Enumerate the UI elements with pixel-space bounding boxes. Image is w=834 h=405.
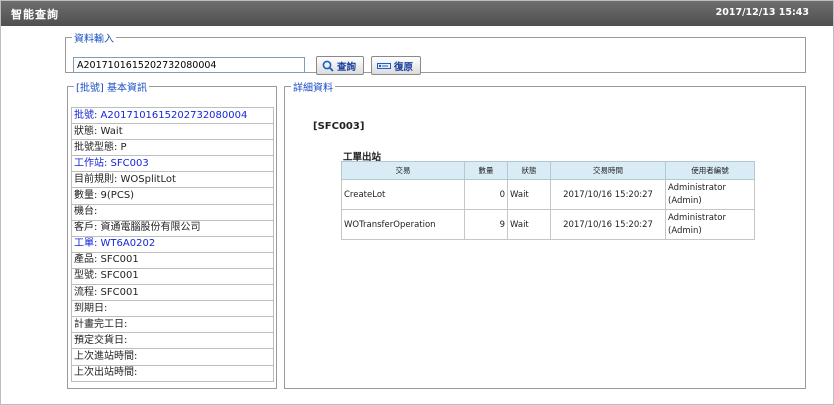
table-row: 預定交貨日:: [71, 332, 274, 350]
table-row: 上次出站時間:: [71, 364, 274, 382]
col-quantity: 數量: [464, 161, 508, 180]
info-current-rule: 目前規則: WOSplitLot: [71, 171, 274, 189]
info-station: 工作站: SFC003: [71, 155, 274, 173]
table-row: 計畫完工日:: [71, 316, 274, 334]
info-status: 狀態: Wait: [71, 123, 274, 141]
main-window: 智能查詢 2017/12/13 15:43 資料輸入 查詢 復原 [批號] 基本…: [0, 0, 834, 405]
info-last-check-out: 上次出站時間:: [71, 364, 274, 382]
search-icon: [322, 60, 334, 72]
info-scheduled-delivery: 預定交貨日:: [71, 332, 274, 350]
cell-transaction: WOTransferOperation: [341, 209, 465, 240]
title-bar: 智能查詢 2017/12/13 15:43: [1, 1, 833, 26]
info-flow: 流程: SFC001: [71, 284, 274, 302]
info-product: 產品: SFC001: [71, 251, 274, 269]
table-row: 客戶: 資通電腦股份有限公司: [71, 219, 274, 237]
col-status: 狀態: [507, 161, 551, 180]
basic-info-table: 批號: A2017101615202732080004 狀態: Wait 批號型…: [71, 106, 274, 382]
reset-button-label: 復原: [394, 61, 414, 73]
reset-icon: [377, 62, 391, 69]
reset-button[interactable]: 復原: [371, 56, 421, 75]
table-row: 數量: 9(PCS): [71, 187, 274, 205]
cell-quantity: 9: [464, 209, 508, 240]
table-row: 機台:: [71, 203, 274, 221]
info-last-check-in: 上次進站時間:: [71, 348, 274, 366]
col-transaction: 交易: [341, 161, 465, 180]
info-quantity: 數量: 9(PCS): [71, 187, 274, 205]
user-id: (Admin): [668, 195, 702, 206]
table-row: 批號型態: P: [71, 139, 274, 157]
cell-transaction-time: 2017/10/16 15:20:27: [550, 209, 666, 240]
transaction-table: 交易 數量 狀態 交易時間 使用者編號 CreateLot 0 Wait 201…: [341, 161, 755, 240]
page-title: 智能查詢: [11, 8, 59, 21]
col-transaction-time: 交易時間: [550, 161, 666, 180]
info-lot-type: 批號型態: P: [71, 139, 274, 157]
basic-info-legend: [批號] 基本資訊: [76, 83, 147, 94]
table-row: 狀態: Wait: [71, 123, 274, 141]
lot-number-input[interactable]: [73, 57, 305, 73]
col-user-id: 使用者編號: [665, 161, 755, 180]
basic-info-section: [批號] 基本資訊 批號: A2017101615202732080004 狀態…: [67, 79, 277, 389]
table-row: 目前規則: WOSplitLot: [71, 171, 274, 189]
current-datetime: 2017/12/13 15:43: [715, 7, 809, 18]
table-row: 產品: SFC001: [71, 251, 274, 269]
table-row: 工作站: SFC003: [71, 155, 274, 173]
table-row: CreateLot 0 Wait 2017/10/16 15:20:27 Adm…: [341, 179, 755, 210]
station-code: [SFC003]: [313, 121, 365, 132]
query-button[interactable]: 查詢: [316, 56, 364, 75]
user-name: Administrator: [668, 212, 726, 223]
input-section: 資料輸入 查詢 復原: [65, 30, 806, 75]
cell-quantity: 0: [464, 179, 508, 210]
cell-transaction-time: 2017/10/16 15:20:27: [550, 179, 666, 210]
table-row: 到期日:: [71, 300, 274, 318]
cell-user: Administrator (Admin): [665, 209, 755, 240]
user-id: (Admin): [668, 225, 702, 236]
user-name: Administrator: [668, 182, 726, 193]
table-row: 流程: SFC001: [71, 284, 274, 302]
input-section-legend: 資料輸入: [74, 34, 114, 45]
info-lot: 批號: A2017101615202732080004: [71, 106, 274, 125]
table-row: 型號: SFC001: [71, 267, 274, 286]
query-button-label: 查詢: [337, 61, 357, 73]
table-row: 批號: A2017101615202732080004: [71, 106, 274, 125]
cell-status: Wait: [507, 179, 551, 210]
details-section: 詳細資料 [SFC003] 工單出站 交易 數量 狀態 交易時間 使用者編號 C…: [284, 79, 806, 389]
table-row: 工單: WT6A0202: [71, 235, 274, 253]
table-row: WOTransferOperation 9 Wait 2017/10/16 15…: [341, 209, 755, 240]
table-header-row: 交易 數量 狀態 交易時間 使用者編號: [341, 161, 755, 180]
cell-user: Administrator (Admin): [665, 179, 755, 210]
cell-status: Wait: [507, 209, 551, 240]
info-due-date: 到期日:: [71, 300, 274, 318]
table-row: 上次進站時間:: [71, 348, 274, 366]
info-work-order: 工單: WT6A0202: [71, 235, 274, 253]
cell-transaction: CreateLot: [341, 179, 465, 210]
info-machine: 機台:: [71, 203, 274, 221]
details-legend: 詳細資料: [293, 83, 333, 94]
info-planned-finish: 計畫完工日:: [71, 316, 274, 334]
info-customer: 客戶: 資通電腦股份有限公司: [71, 219, 274, 237]
info-model: 型號: SFC001: [71, 267, 274, 286]
